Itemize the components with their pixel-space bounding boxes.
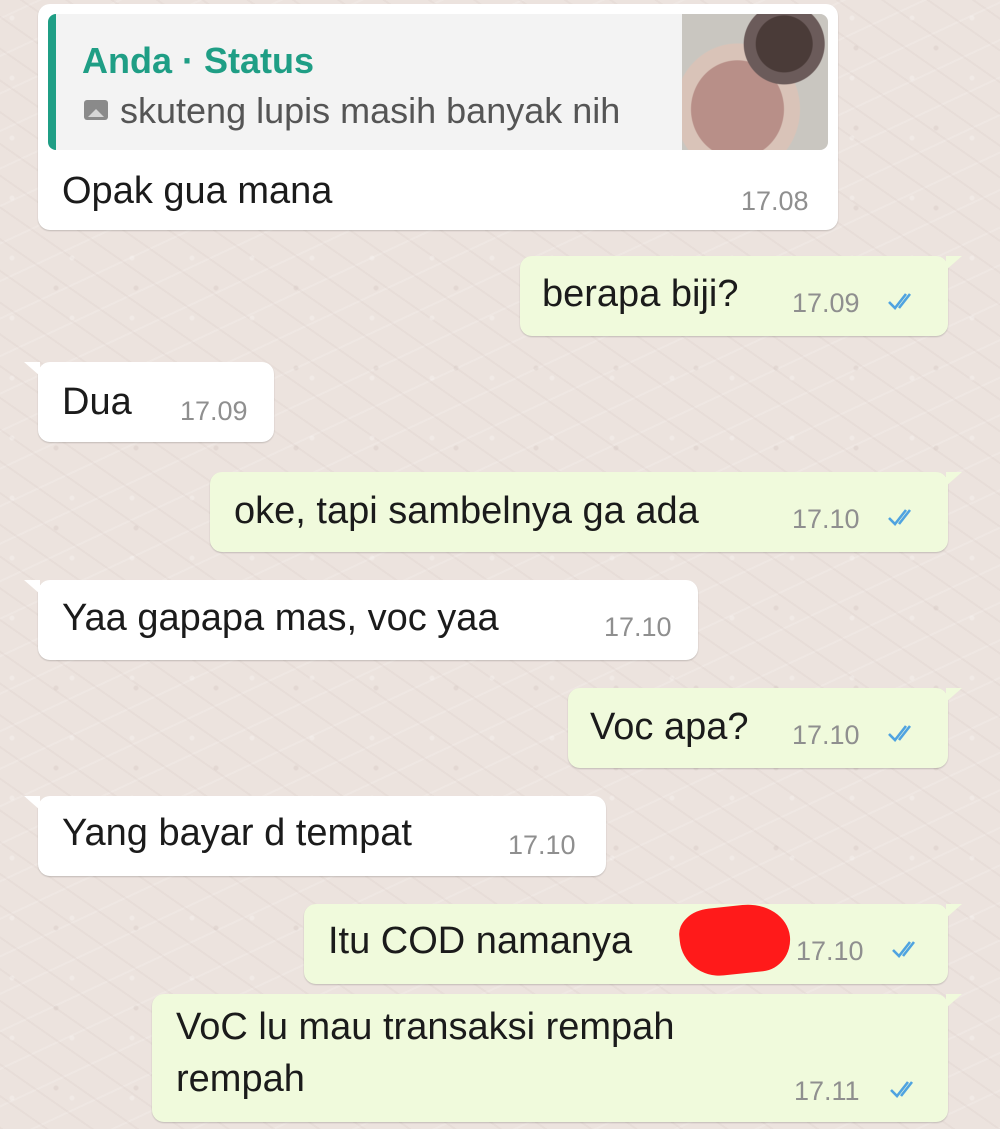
message-text: Voc apa?	[590, 706, 749, 748]
quoted-status-reply[interactable]: Anda · Status skuteng lupis masih banyak…	[48, 14, 828, 150]
message-bubble-outgoing[interactable]: oke, tapi sambelnya ga ada 17.10	[210, 472, 962, 552]
message-text-line-1: VoC lu mau transaksi rempah	[176, 1006, 675, 1048]
double-check-icon	[888, 293, 912, 310]
message-time: 17.10	[792, 504, 860, 534]
message-text: Opak gua mana	[62, 170, 333, 212]
status-thumbnail[interactable]	[682, 14, 828, 150]
message-bubble-incoming[interactable]: Dua 17.09	[24, 362, 274, 442]
message-time: 17.10	[796, 936, 864, 966]
quote-separator: ·	[172, 40, 204, 81]
message-text: berapa biji?	[542, 273, 739, 315]
message-text: Dua	[62, 381, 132, 423]
message-bubble-incoming[interactable]: Anda · Status skuteng lupis masih banyak…	[38, 4, 838, 230]
message-time: 17.10	[792, 720, 860, 750]
message-bubble-outgoing[interactable]: Voc apa? 17.10	[568, 688, 962, 768]
double-check-icon	[890, 1081, 914, 1098]
message-text: Itu COD namanya	[328, 920, 633, 962]
quote-type: Status	[204, 40, 315, 81]
quote-preview-text: skuteng lupis masih banyak nih	[120, 90, 621, 131]
quote-accent-bar	[48, 14, 56, 150]
photo-icon	[84, 100, 108, 120]
message-time: 17.10	[604, 612, 672, 642]
message-time: 17.09	[180, 396, 248, 426]
message-bubble-incoming[interactable]: Yaa gapapa mas, voc yaa 17.10	[24, 580, 698, 660]
message-time: 17.08	[741, 186, 809, 216]
double-check-icon	[888, 725, 912, 742]
quote-author: Anda · Status	[82, 40, 314, 82]
message-time: 17.09	[792, 288, 860, 318]
message-text: oke, tapi sambelnya ga ada	[234, 490, 699, 532]
double-check-icon	[892, 941, 916, 958]
message-bubble-incoming[interactable]: Yang bayar d tempat 17.10	[24, 796, 606, 876]
double-check-icon	[888, 509, 912, 526]
message-bubble-outgoing[interactable]: berapa biji? 17.09	[520, 256, 962, 336]
quote-author-name: Anda	[82, 40, 172, 81]
message-bubble-outgoing[interactable]: VoC lu mau transaksi rempah rempah 17.11	[152, 994, 962, 1122]
message-time: 17.11	[794, 1076, 860, 1106]
message-text: Yang bayar d tempat	[62, 812, 412, 854]
message-text: Yaa gapapa mas, voc yaa	[62, 597, 499, 639]
message-text-line-2: rempah	[176, 1058, 305, 1100]
message-time: 17.10	[508, 830, 576, 860]
message-bubble-outgoing[interactable]: Itu COD namanya 17.10	[304, 904, 962, 984]
